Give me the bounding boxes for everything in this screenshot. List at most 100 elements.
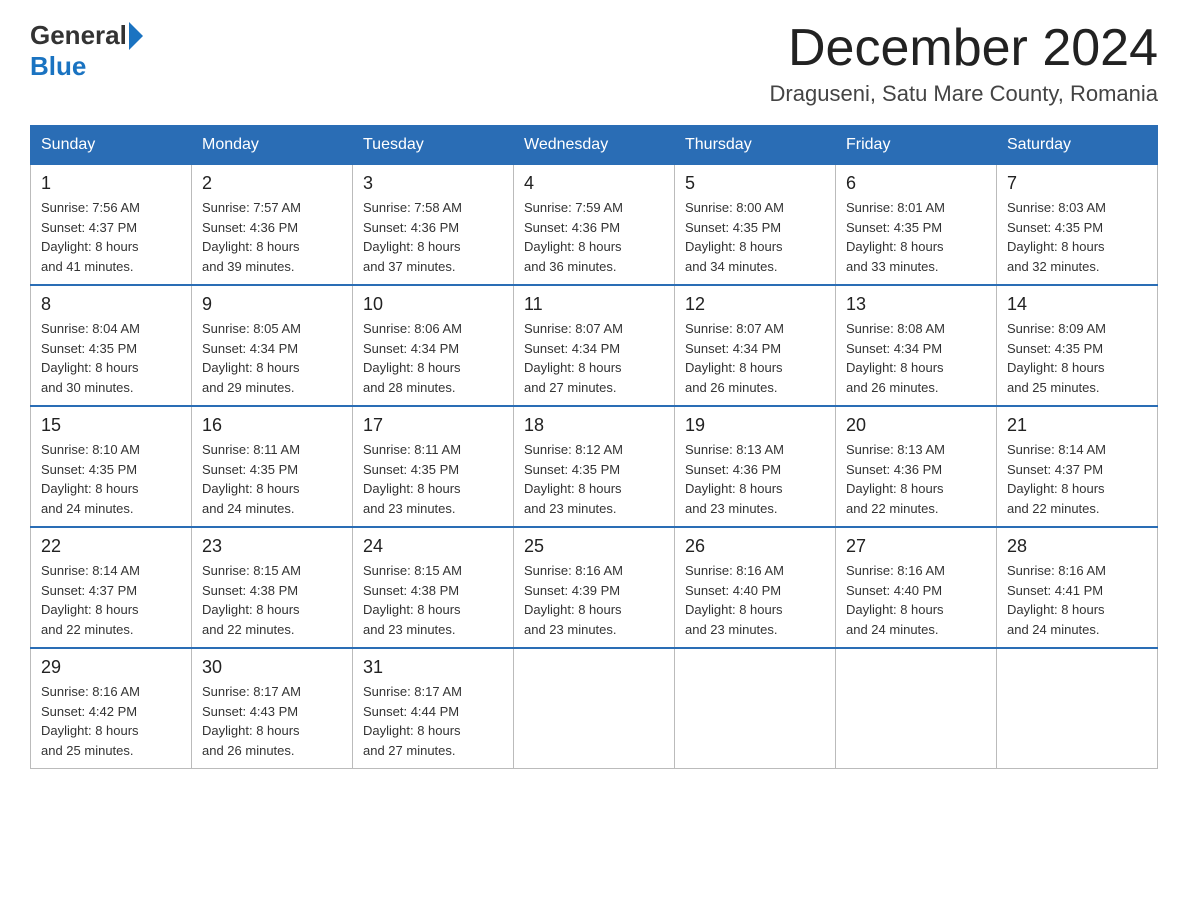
table-row: 20 Sunrise: 8:13 AMSunset: 4:36 PMDaylig…	[836, 406, 997, 527]
table-row	[997, 648, 1158, 769]
day-number: 18	[524, 415, 664, 436]
table-row: 11 Sunrise: 8:07 AMSunset: 4:34 PMDaylig…	[514, 285, 675, 406]
header-wednesday: Wednesday	[514, 126, 675, 165]
logo-triangle-icon	[129, 22, 143, 50]
day-info: Sunrise: 8:04 AMSunset: 4:35 PMDaylight:…	[41, 319, 181, 397]
day-info: Sunrise: 8:17 AMSunset: 4:43 PMDaylight:…	[202, 682, 342, 760]
header-saturday: Saturday	[997, 126, 1158, 165]
table-row: 22 Sunrise: 8:14 AMSunset: 4:37 PMDaylig…	[31, 527, 192, 648]
calendar-header-row: Sunday Monday Tuesday Wednesday Thursday…	[31, 126, 1158, 165]
day-number: 28	[1007, 536, 1147, 557]
day-number: 23	[202, 536, 342, 557]
day-info: Sunrise: 7:58 AMSunset: 4:36 PMDaylight:…	[363, 198, 503, 276]
day-info: Sunrise: 8:10 AMSunset: 4:35 PMDaylight:…	[41, 440, 181, 518]
day-number: 8	[41, 294, 181, 315]
day-number: 1	[41, 173, 181, 194]
day-info: Sunrise: 8:12 AMSunset: 4:35 PMDaylight:…	[524, 440, 664, 518]
header-monday: Monday	[192, 126, 353, 165]
logo-general-text: General	[30, 20, 127, 51]
header-thursday: Thursday	[675, 126, 836, 165]
day-info: Sunrise: 8:11 AMSunset: 4:35 PMDaylight:…	[202, 440, 342, 518]
day-number: 10	[363, 294, 503, 315]
day-number: 16	[202, 415, 342, 436]
calendar-week-row: 8 Sunrise: 8:04 AMSunset: 4:35 PMDayligh…	[31, 285, 1158, 406]
logo: General Blue	[30, 20, 145, 82]
table-row: 24 Sunrise: 8:15 AMSunset: 4:38 PMDaylig…	[353, 527, 514, 648]
day-info: Sunrise: 8:11 AMSunset: 4:35 PMDaylight:…	[363, 440, 503, 518]
table-row: 4 Sunrise: 7:59 AMSunset: 4:36 PMDayligh…	[514, 165, 675, 286]
table-row	[675, 648, 836, 769]
day-number: 21	[1007, 415, 1147, 436]
day-info: Sunrise: 8:16 AMSunset: 4:40 PMDaylight:…	[846, 561, 986, 639]
month-title: December 2024	[770, 20, 1158, 77]
table-row: 10 Sunrise: 8:06 AMSunset: 4:34 PMDaylig…	[353, 285, 514, 406]
day-info: Sunrise: 8:09 AMSunset: 4:35 PMDaylight:…	[1007, 319, 1147, 397]
table-row: 3 Sunrise: 7:58 AMSunset: 4:36 PMDayligh…	[353, 165, 514, 286]
day-info: Sunrise: 8:08 AMSunset: 4:34 PMDaylight:…	[846, 319, 986, 397]
day-number: 22	[41, 536, 181, 557]
day-info: Sunrise: 8:16 AMSunset: 4:41 PMDaylight:…	[1007, 561, 1147, 639]
day-number: 5	[685, 173, 825, 194]
calendar-week-row: 1 Sunrise: 7:56 AMSunset: 4:37 PMDayligh…	[31, 165, 1158, 286]
table-row: 2 Sunrise: 7:57 AMSunset: 4:36 PMDayligh…	[192, 165, 353, 286]
table-row: 6 Sunrise: 8:01 AMSunset: 4:35 PMDayligh…	[836, 165, 997, 286]
day-number: 26	[685, 536, 825, 557]
calendar-week-row: 22 Sunrise: 8:14 AMSunset: 4:37 PMDaylig…	[31, 527, 1158, 648]
day-info: Sunrise: 8:15 AMSunset: 4:38 PMDaylight:…	[202, 561, 342, 639]
table-row: 15 Sunrise: 8:10 AMSunset: 4:35 PMDaylig…	[31, 406, 192, 527]
day-info: Sunrise: 8:06 AMSunset: 4:34 PMDaylight:…	[363, 319, 503, 397]
day-info: Sunrise: 8:14 AMSunset: 4:37 PMDaylight:…	[1007, 440, 1147, 518]
day-info: Sunrise: 8:17 AMSunset: 4:44 PMDaylight:…	[363, 682, 503, 760]
table-row: 14 Sunrise: 8:09 AMSunset: 4:35 PMDaylig…	[997, 285, 1158, 406]
day-info: Sunrise: 8:16 AMSunset: 4:42 PMDaylight:…	[41, 682, 181, 760]
day-number: 9	[202, 294, 342, 315]
page-header: General Blue December 2024 Draguseni, Sa…	[30, 20, 1158, 107]
day-number: 4	[524, 173, 664, 194]
table-row: 1 Sunrise: 7:56 AMSunset: 4:37 PMDayligh…	[31, 165, 192, 286]
day-info: Sunrise: 8:00 AMSunset: 4:35 PMDaylight:…	[685, 198, 825, 276]
day-info: Sunrise: 8:07 AMSunset: 4:34 PMDaylight:…	[524, 319, 664, 397]
header-tuesday: Tuesday	[353, 126, 514, 165]
day-info: Sunrise: 8:16 AMSunset: 4:39 PMDaylight:…	[524, 561, 664, 639]
table-row: 21 Sunrise: 8:14 AMSunset: 4:37 PMDaylig…	[997, 406, 1158, 527]
day-number: 14	[1007, 294, 1147, 315]
day-info: Sunrise: 7:57 AMSunset: 4:36 PMDaylight:…	[202, 198, 342, 276]
day-info: Sunrise: 8:07 AMSunset: 4:34 PMDaylight:…	[685, 319, 825, 397]
day-info: Sunrise: 7:59 AMSunset: 4:36 PMDaylight:…	[524, 198, 664, 276]
day-info: Sunrise: 8:05 AMSunset: 4:34 PMDaylight:…	[202, 319, 342, 397]
table-row: 25 Sunrise: 8:16 AMSunset: 4:39 PMDaylig…	[514, 527, 675, 648]
table-row: 8 Sunrise: 8:04 AMSunset: 4:35 PMDayligh…	[31, 285, 192, 406]
day-number: 29	[41, 657, 181, 678]
calendar-week-row: 29 Sunrise: 8:16 AMSunset: 4:42 PMDaylig…	[31, 648, 1158, 769]
table-row: 29 Sunrise: 8:16 AMSunset: 4:42 PMDaylig…	[31, 648, 192, 769]
day-number: 11	[524, 294, 664, 315]
day-info: Sunrise: 8:13 AMSunset: 4:36 PMDaylight:…	[685, 440, 825, 518]
table-row: 16 Sunrise: 8:11 AMSunset: 4:35 PMDaylig…	[192, 406, 353, 527]
day-info: Sunrise: 7:56 AMSunset: 4:37 PMDaylight:…	[41, 198, 181, 276]
day-info: Sunrise: 8:15 AMSunset: 4:38 PMDaylight:…	[363, 561, 503, 639]
table-row: 30 Sunrise: 8:17 AMSunset: 4:43 PMDaylig…	[192, 648, 353, 769]
calendar-week-row: 15 Sunrise: 8:10 AMSunset: 4:35 PMDaylig…	[31, 406, 1158, 527]
day-info: Sunrise: 8:13 AMSunset: 4:36 PMDaylight:…	[846, 440, 986, 518]
table-row: 23 Sunrise: 8:15 AMSunset: 4:38 PMDaylig…	[192, 527, 353, 648]
table-row: 28 Sunrise: 8:16 AMSunset: 4:41 PMDaylig…	[997, 527, 1158, 648]
day-number: 27	[846, 536, 986, 557]
day-number: 15	[41, 415, 181, 436]
location-text: Draguseni, Satu Mare County, Romania	[770, 81, 1158, 107]
day-info: Sunrise: 8:03 AMSunset: 4:35 PMDaylight:…	[1007, 198, 1147, 276]
day-info: Sunrise: 8:16 AMSunset: 4:40 PMDaylight:…	[685, 561, 825, 639]
table-row: 19 Sunrise: 8:13 AMSunset: 4:36 PMDaylig…	[675, 406, 836, 527]
day-number: 3	[363, 173, 503, 194]
header-sunday: Sunday	[31, 126, 192, 165]
table-row	[836, 648, 997, 769]
day-number: 17	[363, 415, 503, 436]
day-number: 19	[685, 415, 825, 436]
day-number: 25	[524, 536, 664, 557]
table-row: 18 Sunrise: 8:12 AMSunset: 4:35 PMDaylig…	[514, 406, 675, 527]
table-row: 13 Sunrise: 8:08 AMSunset: 4:34 PMDaylig…	[836, 285, 997, 406]
table-row	[514, 648, 675, 769]
day-number: 12	[685, 294, 825, 315]
day-info: Sunrise: 8:14 AMSunset: 4:37 PMDaylight:…	[41, 561, 181, 639]
calendar-table: Sunday Monday Tuesday Wednesday Thursday…	[30, 125, 1158, 769]
day-number: 7	[1007, 173, 1147, 194]
